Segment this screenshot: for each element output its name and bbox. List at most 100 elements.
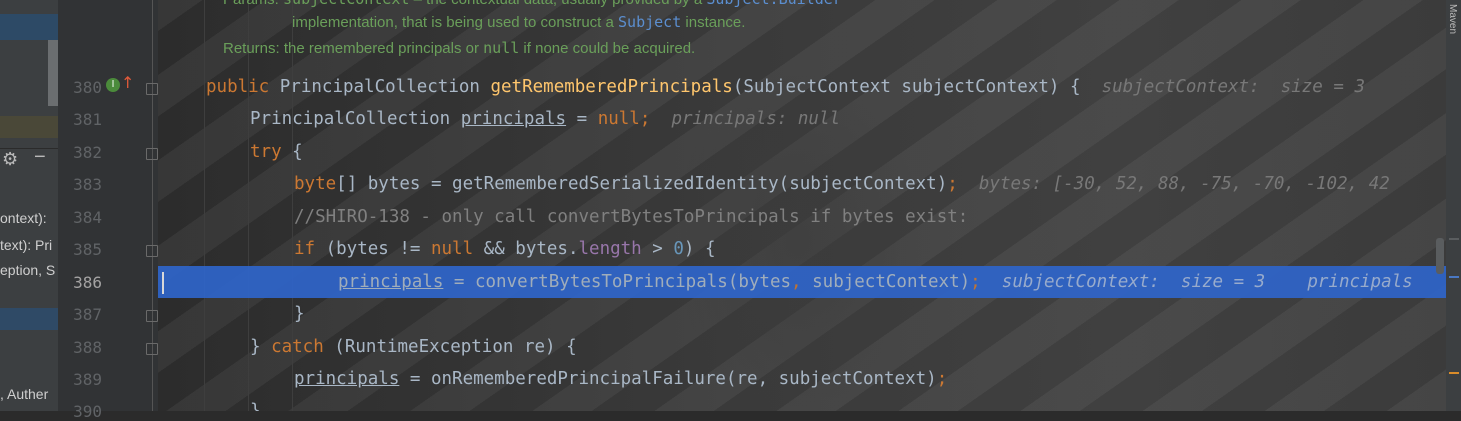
- fold-icon[interactable]: [146, 343, 158, 355]
- fold-icon[interactable]: [146, 310, 158, 322]
- javadoc-params-line2: implementation, that is being used to co…: [292, 13, 745, 31]
- javadoc-label: Returns:: [223, 40, 280, 57]
- override-icon[interactable]: I: [106, 78, 120, 92]
- code-line-380[interactable]: public PrincipalCollection getRemembered…: [158, 71, 1446, 103]
- code-text: && bytes.: [473, 239, 579, 259]
- javadoc-text: instance.: [681, 14, 746, 31]
- scroll-marker: [1449, 276, 1459, 278]
- side-panel-selected-row[interactable]: [0, 308, 58, 330]
- semicolon: ;: [936, 369, 948, 389]
- line-number-current: 386: [73, 273, 102, 292]
- line-number: 380: [73, 78, 102, 97]
- debug-inline-value: subjectContext: size = 3 principals: [1001, 272, 1413, 292]
- javadoc-link[interactable]: Subject.Builder: [706, 0, 841, 8]
- scroll-marker: [1449, 238, 1459, 240]
- keyword: null: [597, 109, 640, 129]
- line-number: 390: [73, 402, 102, 421]
- keyword: if: [294, 239, 316, 259]
- code-line-388[interactable]: } catch (RuntimeException re) {: [158, 331, 1446, 363]
- code-text: }: [250, 401, 261, 411]
- javadoc-text: if none could be acquired.: [519, 40, 696, 57]
- frame-item[interactable]: , Auther: [0, 386, 48, 402]
- right-tool-strip: Maven: [1446, 0, 1461, 411]
- code-text: = convertBytesToPrincipals(bytes: [443, 272, 792, 292]
- debug-inline-value: subjectContext: size = 3: [1101, 77, 1365, 97]
- line-number: 381: [73, 110, 102, 129]
- javadoc-text: – the contextual data, usually provided …: [409, 0, 706, 8]
- frame-item[interactable]: ontext):: [0, 210, 47, 226]
- javadoc-label: Params:: [223, 0, 279, 8]
- semicolon: ;: [947, 174, 958, 194]
- side-panel: ⚙ − ontext): text): Pri eption, S , Auth…: [0, 0, 58, 411]
- keyword: byte: [294, 174, 337, 194]
- side-panel-highlight: [0, 14, 58, 40]
- variable: principals: [460, 109, 567, 129]
- method-name: getRememberedPrincipals: [490, 77, 733, 97]
- code-text: (SubjectContext subjectContext) {: [732, 77, 1081, 97]
- keyword: public: [206, 77, 280, 97]
- semicolon: ;: [639, 109, 651, 129]
- maven-tab[interactable]: Maven: [1447, 4, 1458, 34]
- fold-icon[interactable]: [146, 245, 158, 257]
- fold-icon[interactable]: [146, 148, 158, 160]
- line-number: 384: [73, 208, 102, 227]
- override-arrow-icon[interactable]: ↑: [121, 73, 134, 92]
- code-text: {: [281, 142, 303, 162]
- javadoc-code: subjectContext: [283, 0, 409, 8]
- code-text: }: [250, 337, 272, 357]
- code-text: [] bytes = getRememberedSerializedIdenti…: [336, 174, 948, 194]
- keyword: try: [250, 142, 282, 162]
- line-number: 385: [73, 240, 102, 259]
- gear-icon[interactable]: ⚙: [2, 149, 18, 170]
- semicolon: ;: [970, 272, 981, 292]
- debug-inline-value: principals: null: [671, 109, 841, 129]
- code-editor[interactable]: Params: subjectContext – the contextual …: [158, 0, 1446, 411]
- javadoc-text: implementation, that is being used to co…: [292, 14, 619, 31]
- code-line-386-execution-point[interactable]: principals = convertBytesToPrincipals(by…: [158, 266, 1446, 298]
- fold-icon[interactable]: [146, 83, 158, 95]
- javadoc-returns: Returns: the remembered principals or nu…: [223, 39, 695, 57]
- comma: ,: [791, 272, 802, 292]
- code-line-383[interactable]: byte[] bytes = getRememberedSerializedId…: [158, 168, 1446, 200]
- side-panel-band: [0, 116, 58, 138]
- code-text: =: [566, 109, 598, 129]
- code-text: >: [641, 239, 674, 259]
- line-number: 382: [73, 143, 102, 162]
- code-text: (RuntimeException re) {: [323, 337, 577, 357]
- keyword: null: [430, 239, 474, 259]
- editor-gutter: 380 381 382 383 384 385 386 387 388 389 …: [58, 0, 158, 421]
- code-line-382[interactable]: try {: [158, 136, 1446, 168]
- code-line-390[interactable]: }: [158, 395, 1446, 411]
- code-line-381[interactable]: PrincipalCollection principals = null; p…: [158, 103, 1446, 135]
- variable: principals: [338, 272, 444, 292]
- debug-inline-value: bytes: [-30, 52, 88, -75, -70, -102, 42: [978, 174, 1390, 194]
- line-number: 388: [73, 338, 102, 357]
- javadoc-params: Params: subjectContext – the contextual …: [223, 0, 842, 8]
- code-line-385[interactable]: if (bytes != null && bytes.length > 0) {: [158, 233, 1446, 265]
- line-number: 383: [73, 175, 102, 194]
- frame-item[interactable]: text): Pri: [0, 237, 52, 253]
- javadoc-link[interactable]: Subject: [618, 13, 681, 31]
- number-literal: 0: [673, 239, 684, 259]
- code-line-384[interactable]: //SHIRO-138 - only call convertBytesToPr…: [158, 201, 1446, 233]
- keyword: catch: [271, 337, 324, 357]
- line-number: 387: [73, 305, 102, 324]
- field-name: length: [578, 239, 642, 259]
- side-panel-toolbar: ⚙ −: [0, 146, 58, 173]
- code-text: = onRememberedPrincipalFailure(re, subje…: [399, 369, 937, 389]
- code-line-387[interactable]: }: [158, 298, 1446, 330]
- minus-icon[interactable]: −: [34, 146, 46, 169]
- code-text: ) {: [683, 239, 716, 259]
- code-text: (bytes !=: [315, 239, 431, 259]
- editor-scrollbar-thumb[interactable]: [1436, 238, 1444, 274]
- type-name: PrincipalCollection: [279, 77, 491, 97]
- code-text: PrincipalCollection: [250, 109, 461, 129]
- line-number: 389: [73, 370, 102, 389]
- scroll-marker: [1449, 372, 1459, 374]
- javadoc-text: the remembered principals or: [283, 40, 484, 57]
- code-line-389[interactable]: principals = onRememberedPrincipalFailur…: [158, 363, 1446, 395]
- frame-item[interactable]: eption, S: [0, 262, 55, 278]
- text-caret: [162, 272, 164, 294]
- code-text: }: [294, 304, 305, 324]
- side-panel-scrollbar[interactable]: [48, 40, 58, 106]
